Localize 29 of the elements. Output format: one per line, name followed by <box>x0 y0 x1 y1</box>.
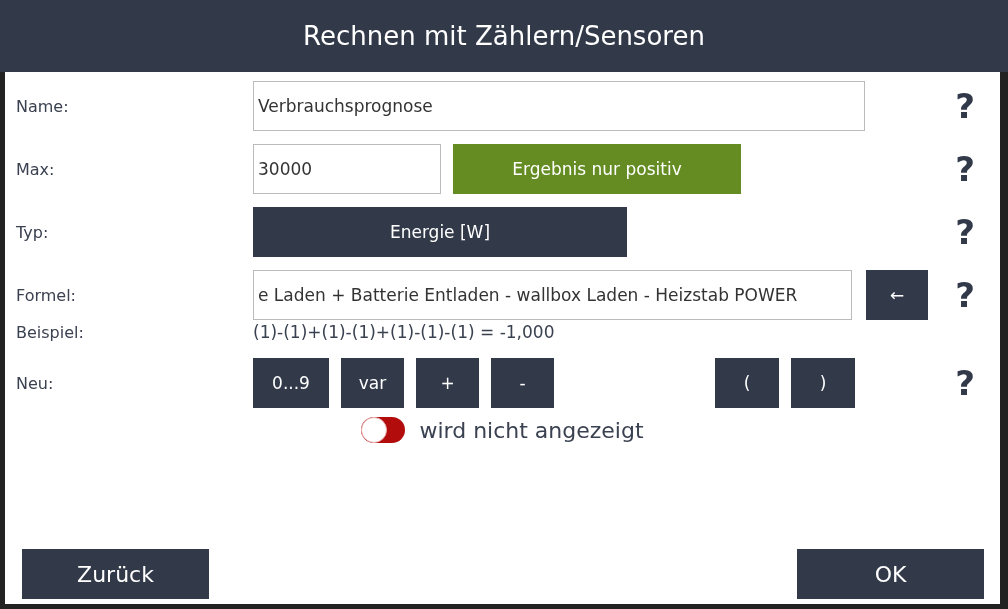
display-switch[interactable] <box>361 417 406 443</box>
max-field[interactable]: 30000 <box>253 144 441 194</box>
switch-label: wird nicht angezeigt <box>419 417 644 443</box>
back-button[interactable]: Zurück <box>22 549 209 599</box>
bracket-button[interactable]: ) <box>791 358 855 408</box>
help-icon[interactable]: ? <box>930 363 1000 403</box>
positive-toggle-button[interactable]: Ergebnis nur positiv <box>453 144 741 194</box>
ok-button[interactable]: OK <box>797 549 984 599</box>
help-icon[interactable]: ? <box>930 86 1000 126</box>
help-icon[interactable]: ? <box>930 275 1000 315</box>
field-label: Max: <box>15 159 56 179</box>
name-field[interactable]: Verbrauchsprognose <box>253 81 865 131</box>
operator-button[interactable]: 0...9 <box>253 358 329 408</box>
field-label: Beispiel: <box>15 322 85 342</box>
type-select-button[interactable]: Energie [W] <box>253 207 627 257</box>
field-label: Neu: <box>15 373 55 393</box>
backspace-button[interactable]: ← <box>866 270 928 320</box>
field-label: Formel: <box>15 285 77 305</box>
operator-button[interactable]: - <box>491 358 554 408</box>
formula-field[interactable]: e Laden + Batterie Entladen - wallbox Laden - Heizstab POWER <box>253 270 852 320</box>
operator-button[interactable]: var <box>341 358 404 408</box>
window-title: Rechnen mit Zählern/Sensoren <box>0 0 1008 72</box>
operator-button[interactable]: + <box>416 358 479 408</box>
example-result: (1)-(1)+(1)-(1)+(1)-(1)-(1) = -1,000 <box>253 322 555 342</box>
help-icon[interactable]: ? <box>930 149 1000 189</box>
field-label: Name: <box>15 96 70 116</box>
bracket-button[interactable]: ( <box>715 358 779 408</box>
field-label: Typ: <box>15 222 50 242</box>
help-icon[interactable]: ? <box>930 212 1000 252</box>
